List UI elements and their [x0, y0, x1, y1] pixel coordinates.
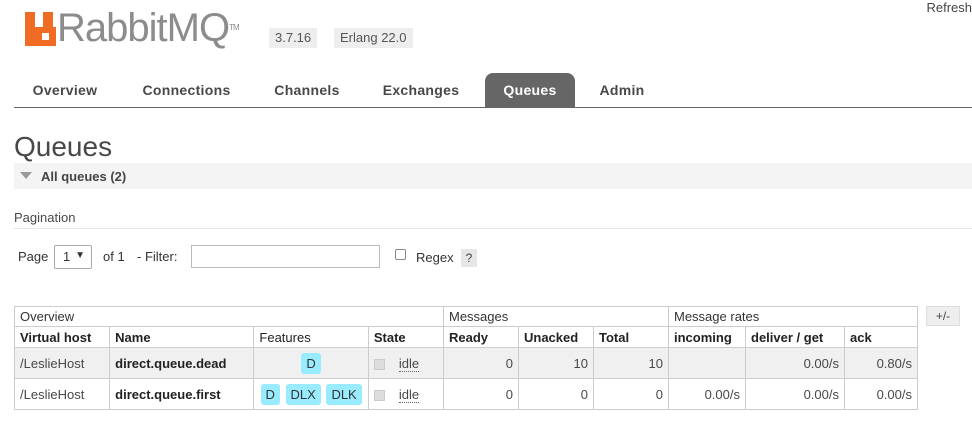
- col-ready[interactable]: Ready: [443, 326, 519, 348]
- table-row: /LeslieHost direct.queue.first D DLX DLK…: [13, 378, 918, 410]
- main-nav-tabs: Overview Connections Channels Exchanges …: [14, 73, 972, 108]
- tab-overview[interactable]: Overview: [14, 73, 116, 107]
- regex-help-button[interactable]: ?: [461, 249, 477, 267]
- cell-total: 0: [593, 378, 669, 410]
- all-queues-section-toggle[interactable]: All queues (2): [14, 163, 972, 189]
- rabbitmq-logo[interactable]: RabbitMQTM: [25, 6, 240, 50]
- state-indicator-icon: [373, 358, 385, 370]
- queues-table: Overview Messages Message rates Virtual …: [13, 306, 918, 410]
- cell-ack: 0.00/s: [844, 378, 918, 410]
- cell-unacked: 0: [518, 378, 594, 410]
- col-total[interactable]: Total: [593, 326, 669, 348]
- page-count: of 1: [103, 249, 125, 264]
- rabbitmq-logo-icon: [25, 12, 56, 46]
- col-features: Features: [253, 326, 369, 348]
- cell-features: D: [253, 347, 369, 379]
- cell-ready: 0: [443, 347, 519, 379]
- cell-ready: 0: [443, 378, 519, 410]
- erlang-version-badge: Erlang 22.0: [334, 28, 413, 48]
- cell-incoming: [668, 347, 746, 379]
- cell-ack: 0.80/s: [844, 347, 918, 379]
- tab-exchanges[interactable]: Exchanges: [366, 73, 476, 107]
- state-label: idle: [398, 355, 420, 372]
- cell-features: D DLX DLK: [253, 378, 369, 410]
- cell-deliver-get: 0.00/s: [745, 347, 845, 379]
- filter-input[interactable]: [191, 245, 380, 268]
- group-header-messages: Messages: [443, 306, 669, 327]
- regex-label: Regex: [416, 250, 454, 265]
- dropdown-arrow-icon: ▼: [75, 250, 85, 261]
- cell-state: idle: [367, 378, 445, 410]
- cell-vhost: /LeslieHost: [13, 378, 111, 410]
- tab-channels[interactable]: Channels: [258, 73, 356, 107]
- filter-label: - Filter:: [137, 249, 178, 264]
- feature-tag-durable: D: [301, 352, 321, 374]
- tab-connections[interactable]: Connections: [123, 73, 250, 107]
- regex-checkbox[interactable]: [395, 249, 406, 260]
- toggle-columns-button[interactable]: +/-: [926, 306, 960, 326]
- feature-tag-dlk: DLK: [326, 383, 362, 405]
- feature-tag-dlx: DLX: [285, 383, 321, 405]
- col-unacked[interactable]: Unacked: [518, 326, 594, 348]
- section-label: All queues (2): [41, 169, 127, 184]
- pagination-label: Pagination: [14, 210, 76, 225]
- page-select-value: 1: [63, 249, 71, 264]
- collapse-triangle-icon: [20, 172, 32, 179]
- logo-text: RabbitMQTM: [57, 6, 240, 50]
- col-name[interactable]: Name: [109, 326, 255, 348]
- tab-queues[interactable]: Queues: [485, 73, 575, 107]
- queue-name-link[interactable]: direct.queue.first: [109, 378, 255, 410]
- page-select[interactable]: 1 ▼: [54, 245, 92, 269]
- cell-deliver-get: 0.00/s: [745, 378, 845, 410]
- group-header-overview: Overview: [14, 306, 444, 327]
- col-ack[interactable]: ack: [844, 326, 918, 348]
- queue-name-link[interactable]: direct.queue.dead: [109, 347, 255, 379]
- refresh-link[interactable]: Refresh: [926, 0, 972, 15]
- group-header-message-rates: Message rates: [668, 306, 918, 327]
- cell-total: 10: [593, 347, 669, 379]
- col-incoming[interactable]: incoming: [668, 326, 746, 348]
- cell-state: idle: [367, 347, 445, 379]
- tab-admin[interactable]: Admin: [584, 73, 660, 107]
- col-virtual-host[interactable]: Virtual host: [13, 326, 111, 348]
- col-state[interactable]: State: [367, 326, 445, 348]
- cell-vhost: /LeslieHost: [13, 347, 111, 379]
- version-badge: 3.7.16: [269, 28, 318, 48]
- page-label: Page: [18, 249, 49, 264]
- page-title: Queues: [14, 131, 113, 162]
- divider: [14, 228, 972, 229]
- col-deliver-get[interactable]: deliver / get: [745, 326, 845, 348]
- cell-incoming: 0.00/s: [668, 378, 746, 410]
- state-label: idle: [398, 386, 420, 403]
- feature-tag-durable: D: [260, 383, 280, 405]
- cell-unacked: 10: [518, 347, 594, 379]
- state-indicator-icon: [373, 389, 385, 401]
- table-row: /LeslieHost direct.queue.dead D idle 0 1…: [13, 347, 918, 379]
